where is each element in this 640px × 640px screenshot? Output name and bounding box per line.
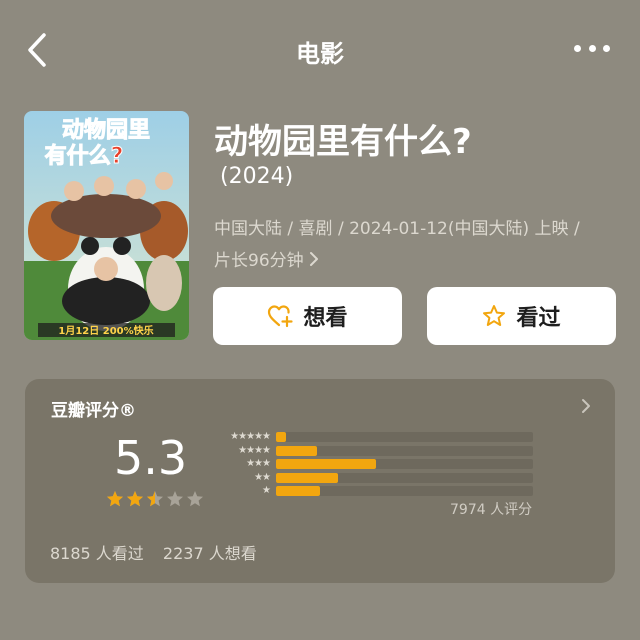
rating-bar-row: ★★★★ [208,444,538,458]
rating-bar-fill [276,445,318,456]
rating-bar-row: ★★★ [208,458,538,471]
rating-star-icon [107,491,123,507]
movie-duration-link[interactable]: 片长96分钟 [214,246,320,271]
want-to-watch-label: 想看 [303,306,348,331]
average-stars [106,490,204,508]
movie-poster[interactable]: 动物园里 有什么? 1月12日 200%快乐 [24,111,189,340]
rating-title: 豆瓣评分® [51,401,136,421]
rating-bar-track [276,472,533,483]
nav-bar: 电影 [0,0,640,100]
rating-count: 7974 人评分 [450,502,533,518]
rating-bar-track [276,459,533,469]
rating-score: 5.3 [114,431,188,485]
rating-bar-label: ★★★★★ [230,431,271,442]
rating-bar-label: ★★★ [246,458,271,469]
poster-title-art: 动物园里 [62,117,150,143]
rating-card[interactable]: 豆瓣评分® 5.3 ★★★★★ ★★★★ ★★★ ★★ ★ 7974 人评分 8185 … [25,379,615,583]
rating-star-icon [147,491,163,507]
rating-bar-label: ★ [262,485,271,496]
page-title: 电影 [296,40,344,68]
rating-bar-label: ★★★★ [238,444,271,456]
movie-title: 动物园里有什么? [214,122,472,162]
rating-bar-row: ★★★★★ [208,431,538,444]
want-count: 2237 人想看 [162,544,257,563]
rating-bar-fill [276,472,338,483]
rating-bar-track [276,445,533,456]
chevron-right-icon [309,251,318,266]
rating-star-icon [127,491,143,507]
chevron-right-icon[interactable] [579,397,593,415]
rating-star-icon [187,491,203,507]
rating-bar-row: ★ [208,485,538,498]
rating-bar-fill [276,432,287,442]
watched-label: 看过 [516,306,561,331]
watch-stats: 8185 人看过 2237 人想看 [50,540,271,564]
rating-bar-fill [276,459,377,469]
rating-star-icon [167,491,183,507]
poster-release-banner: 1月12日 200%快乐 [58,324,153,337]
watched-button[interactable]: 看过 [427,287,616,345]
seen-count: 8185 人看过 [50,544,144,563]
want-to-watch-button[interactable]: 想看 [213,287,402,345]
svg-text:有什么?: 有什么? [45,143,124,169]
star-outline-icon [483,305,506,326]
movie-meta: 中国大陆 / 喜剧 / 2024-01-12(中国大陆) 上映 / [214,219,580,239]
more-dots-icon[interactable] [574,40,610,56]
rating-bar-track [276,486,533,496]
rating-bar-fill [276,486,320,496]
rating-bar-row: ★★ [208,471,538,485]
heart-plus-icon [268,305,294,328]
rating-bar-track [276,432,533,442]
movie-year: (2024) [220,164,294,189]
movie-duration: 片长96分钟 [214,251,304,271]
rating-bar-label: ★★ [254,471,271,483]
